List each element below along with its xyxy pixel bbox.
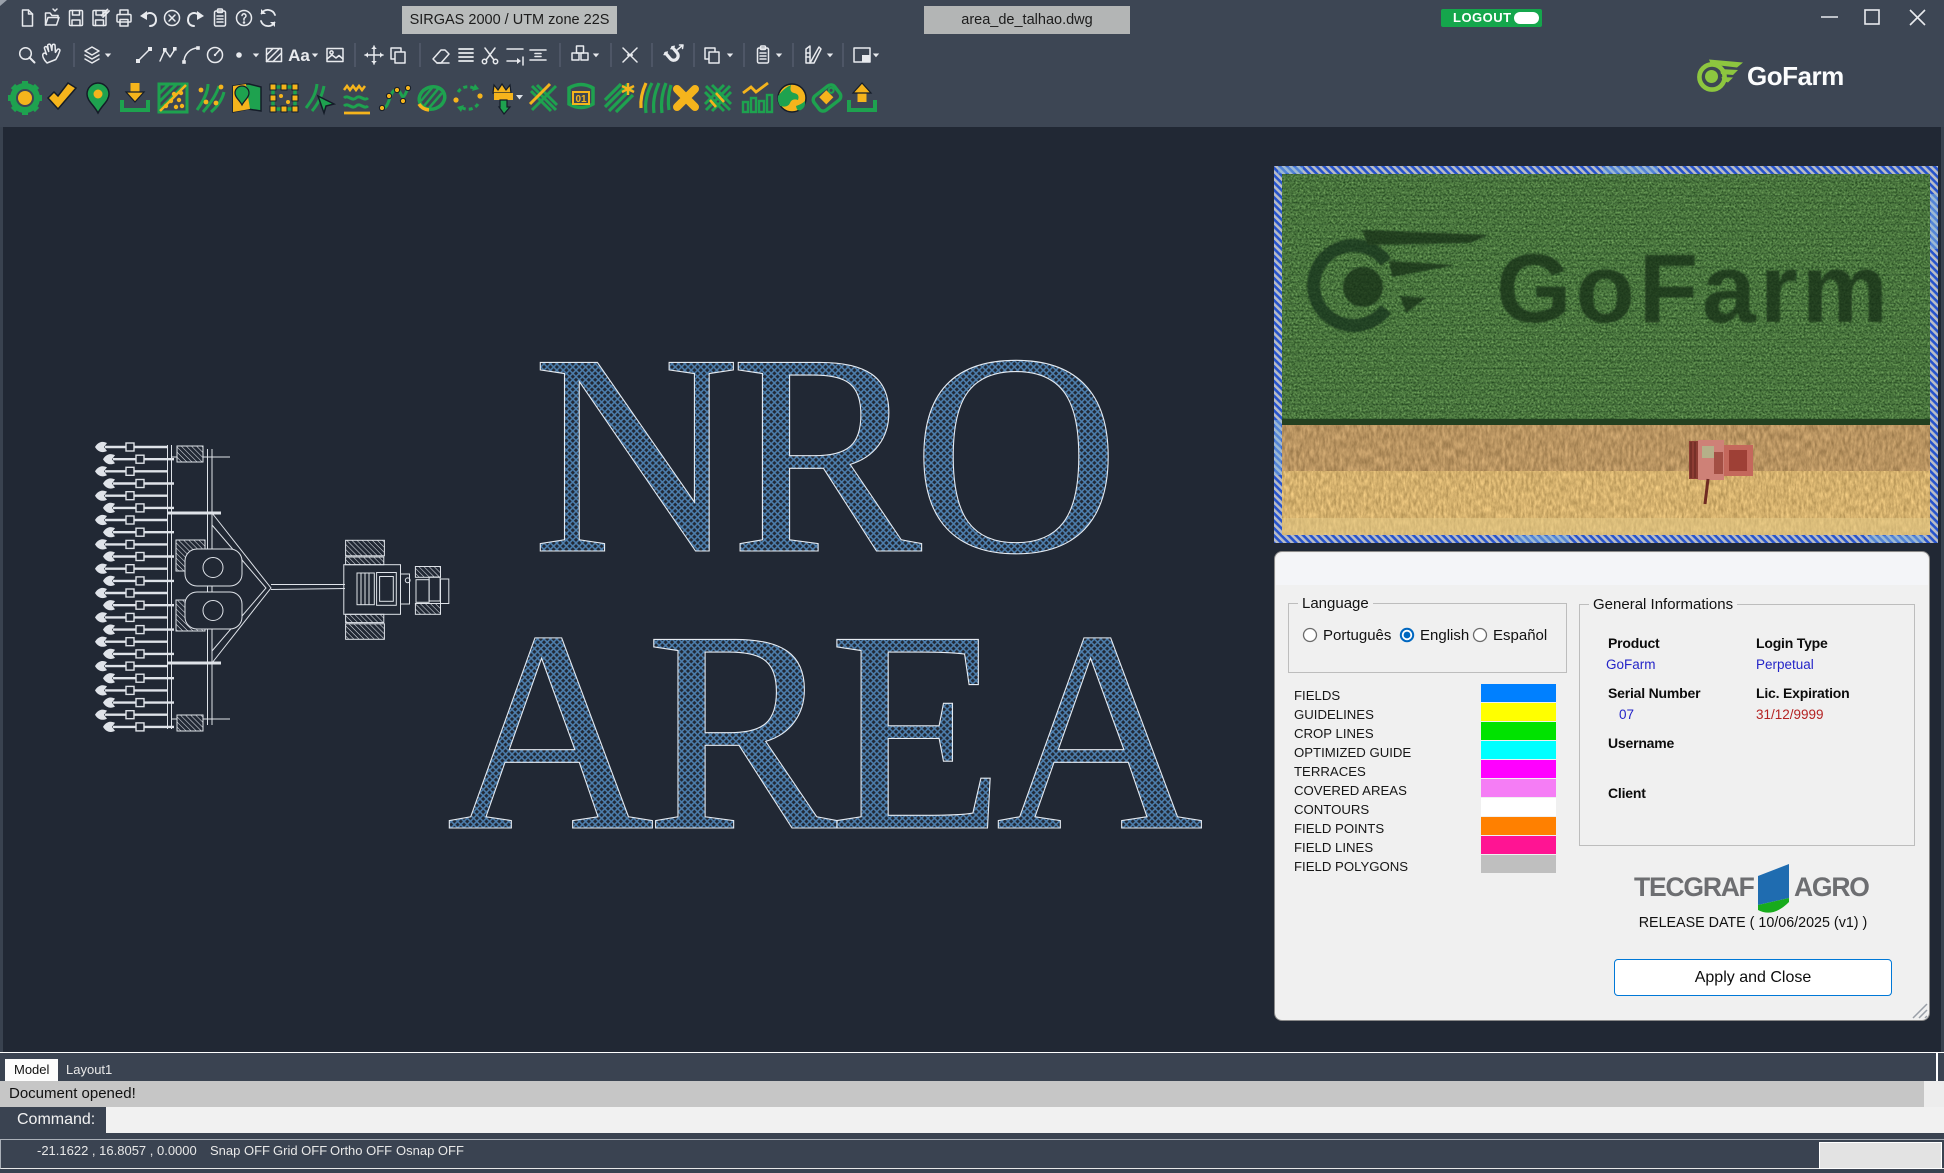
svg-text:Aa: Aa [288, 46, 310, 65]
svg-text:GoFarm: GoFarm [1496, 234, 1892, 343]
svg-text:AGRO: AGRO [1794, 872, 1869, 902]
svg-text:01: 01 [575, 94, 587, 105]
svg-text:NRO: NRO [532, 295, 1120, 614]
svg-text:AREA: AREA [447, 572, 1204, 891]
svg-text:GoFarm: GoFarm [1747, 61, 1844, 91]
svg-text:TECGRAF: TECGRAF [1634, 872, 1755, 902]
